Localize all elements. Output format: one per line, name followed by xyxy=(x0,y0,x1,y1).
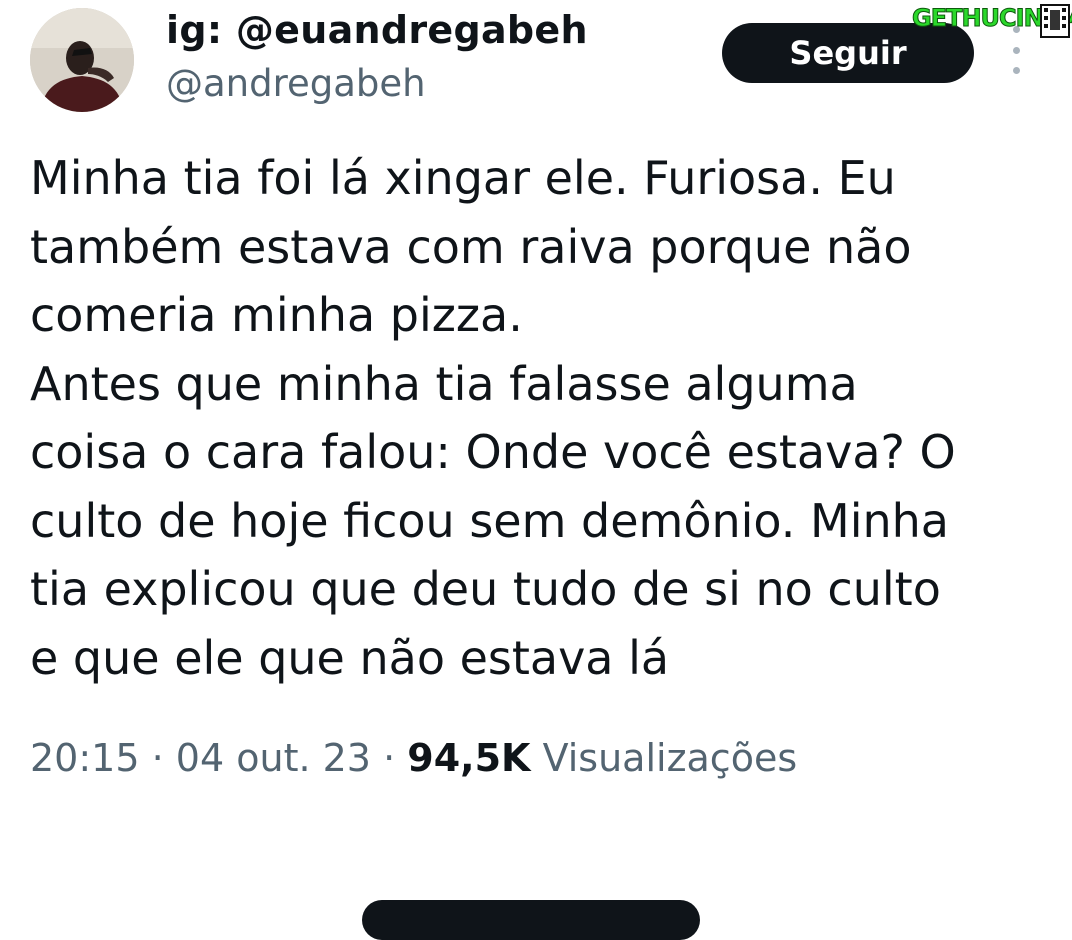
views-count: 94,5K xyxy=(407,736,531,780)
tweet-line: comeria minha pizza. xyxy=(30,288,523,342)
author-display-name[interactable]: ig: @euandregabeh xyxy=(166,8,588,52)
tweet-meta: 20:15 · 04 out. 23 · 94,5K Visualizações xyxy=(30,736,797,780)
watermark: GETHUCINEMA xyxy=(910,0,1072,42)
tweet-line: e que ele que não estava lá xyxy=(30,630,670,685)
meta-separator: · xyxy=(151,736,164,780)
tweet-line: tia explicou que deu tudo de si no culto xyxy=(30,562,941,616)
author-handle[interactable]: @andregabeh xyxy=(166,62,426,105)
tweet-text: Minha tia foi lá xingar ele. Furiosa. Eu… xyxy=(30,144,1040,692)
more-dot xyxy=(1012,67,1020,74)
tweet-line: Antes que minha tia falasse alguma xyxy=(30,356,858,411)
views-label: Visualizações xyxy=(542,736,798,780)
author-avatar[interactable] xyxy=(30,8,134,112)
tweet-time[interactable]: 20:15 xyxy=(30,736,140,780)
tweet-line: culto de hoje ficou sem demônio. Minha xyxy=(30,493,949,548)
avatar-photo xyxy=(30,8,134,112)
film-strip-icon xyxy=(1040,4,1070,38)
meta-separator: · xyxy=(383,736,396,780)
tweet-date[interactable]: 04 out. 23 xyxy=(176,736,371,780)
bottom-action-bar[interactable] xyxy=(362,900,700,940)
tweet-line: Minha tia foi lá xingar ele. Furiosa. Eu xyxy=(30,151,896,205)
tweet-line: coisa o cara falou: Onde você estava? O xyxy=(30,425,956,479)
tweet-line: também estava com raiva porque não xyxy=(30,219,912,274)
more-dot xyxy=(1012,46,1020,54)
